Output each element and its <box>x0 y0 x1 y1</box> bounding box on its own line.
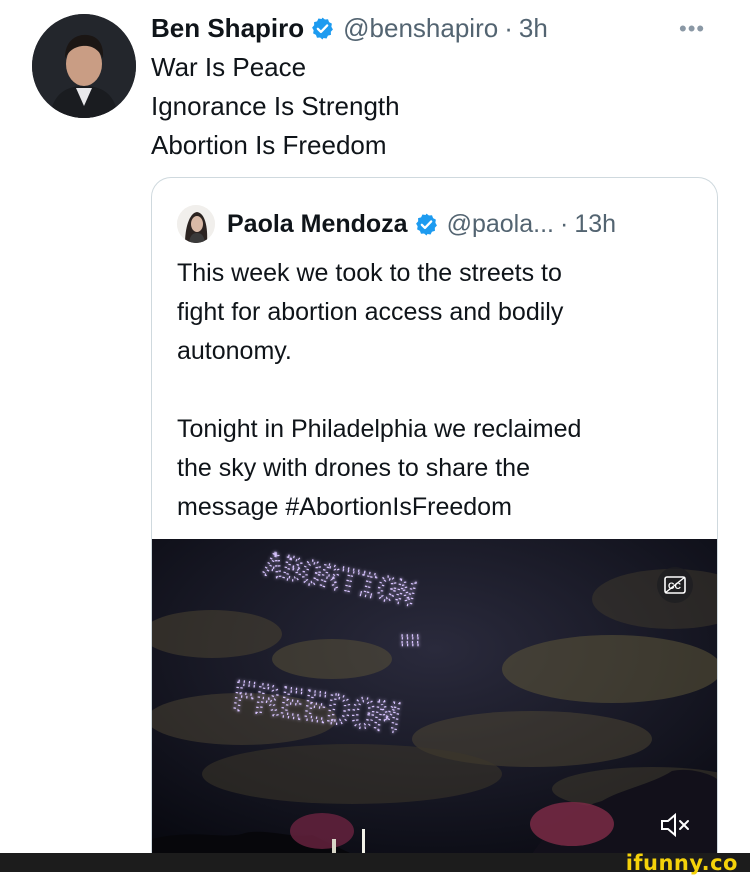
tweet-header: Ben Shapiro @benshapiro · 3h <box>151 12 548 44</box>
volume-muted-icon[interactable] <box>659 810 693 840</box>
watermark-bar: ifunny.co <box>0 851 750 875</box>
tweet-line: Abortion Is Freedom <box>151 130 387 160</box>
captions-icon[interactable]: CC <box>657 567 693 603</box>
tweet-line: Ignorance Is Strength <box>151 91 400 121</box>
verified-badge-icon <box>415 213 437 235</box>
quoted-line: fight for abortion access and bodily <box>177 298 564 326</box>
captions-glyph: CC <box>664 576 686 594</box>
ifunny-watermark: ifunny.co <box>625 851 738 875</box>
quoted-tweet-text: This week we took to the streets to figh… <box>177 254 581 527</box>
quoted-author-avatar[interactable] <box>177 205 215 243</box>
video-player[interactable]: ABORTION = FREEDOM CC <box>152 539 717 854</box>
quoted-tweet-card[interactable]: Paola Mendoza @paola... · 13h This week … <box>151 177 718 854</box>
author-avatar[interactable] <box>32 14 136 118</box>
avatar-photo <box>32 14 136 118</box>
quoted-line: message #AbortionIsFreedom <box>177 493 512 521</box>
author-name[interactable]: Ben Shapiro <box>151 13 304 44</box>
quoted-author-name[interactable]: Paola Mendoza <box>227 210 408 239</box>
tweet-line: War Is Peace <box>151 52 307 82</box>
quoted-header-separator: · <box>559 209 569 238</box>
quoted-tweet-time[interactable]: 13h <box>574 210 616 239</box>
quoted-line: autonomy. <box>177 337 292 365</box>
quoted-line: Tonight in Philadelphia we reclaimed <box>177 415 582 443</box>
quoted-line: the sky with drones to share the <box>177 454 530 482</box>
quoted-line <box>177 371 581 410</box>
drone-text-equals: = <box>400 620 420 660</box>
more-options-icon[interactable]: ••• <box>679 16 705 42</box>
quoted-avatar-photo <box>177 205 215 243</box>
header-separator: · <box>504 12 513 43</box>
verified-badge-icon <box>312 17 334 39</box>
quoted-author-handle[interactable]: @paola... <box>447 210 554 239</box>
tweet-text: War Is Peace Ignorance Is Strength Abort… <box>151 48 400 165</box>
tweet-time[interactable]: 3h <box>519 13 548 44</box>
quoted-line: This week we took to the streets to <box>177 259 562 287</box>
author-handle[interactable]: @benshapiro <box>343 13 498 44</box>
video-frame: ABORTION = FREEDOM <box>152 539 717 854</box>
quoted-tweet-header: Paola Mendoza @paola... · 13h <box>177 204 616 244</box>
